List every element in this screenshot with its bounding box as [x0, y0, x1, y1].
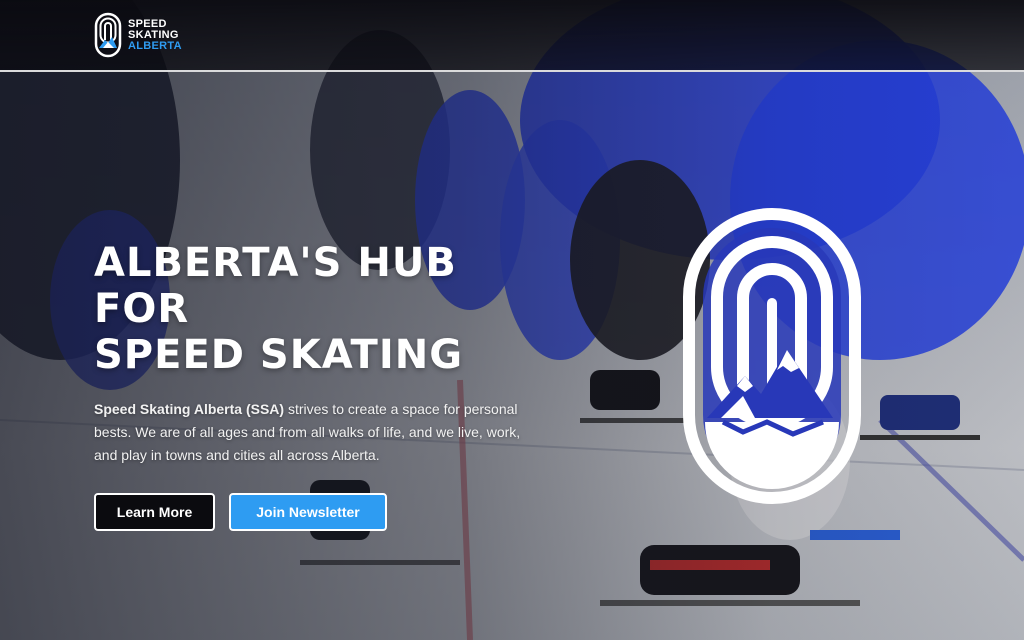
- logo-line-skating: SKATING: [128, 28, 179, 41]
- logo-line-speed: SPEED: [128, 17, 167, 30]
- hero-title-line2: SPEED SKATING: [94, 332, 464, 378]
- learn-more-button[interactable]: Learn More: [94, 493, 215, 531]
- hero-actions: Learn More Join Newsletter: [94, 493, 544, 531]
- site-header: SPEED SKATING ALBERTA: [0, 0, 1024, 72]
- hero-title: ALBERTA'S HUB FOR SPEED SKATING: [94, 240, 544, 378]
- hero-description: Speed Skating Alberta (SSA) strives to c…: [94, 398, 544, 467]
- logo-line-alberta: ALBERTA: [128, 39, 182, 52]
- hero-description-org: Speed Skating Alberta (SSA): [94, 401, 285, 417]
- site-logo-link[interactable]: SPEED SKATING ALBERTA: [94, 12, 182, 58]
- hero-section: ALBERTA'S HUB FOR SPEED SKATING Speed Sk…: [94, 240, 544, 531]
- hero-title-line1: ALBERTA'S HUB FOR: [94, 240, 457, 332]
- ssa-emblem-icon: [94, 12, 122, 58]
- logo-wordmark: SPEED SKATING ALBERTA: [128, 17, 182, 52]
- join-newsletter-button[interactable]: Join Newsletter: [229, 493, 387, 531]
- ssa-large-emblem-icon: [683, 208, 861, 504]
